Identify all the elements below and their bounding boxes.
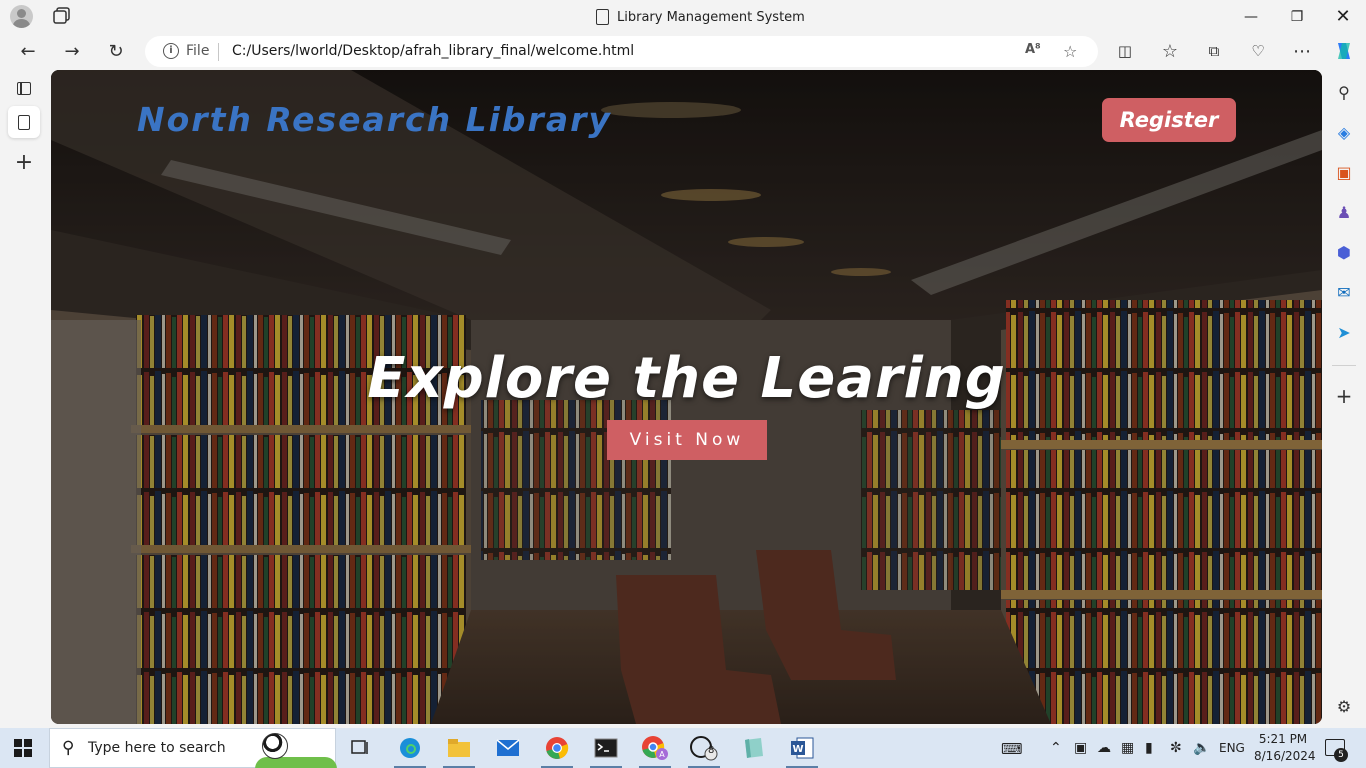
mail-icon[interactable] [486,728,530,768]
window-title: Library Management System [596,7,805,27]
profile-avatar-icon[interactable] [10,5,33,28]
windows-taskbar: ⚲ Type here to search A 8 W ⌨ ⌃ ▣ ☁ ▦ ▮ … [0,728,1366,768]
info-icon[interactable]: i [163,43,179,59]
browser-title-bar: Library Management System — ❐ ✕ [0,0,1366,33]
show-hidden-icons-chevron-icon[interactable]: ⌃ [1050,740,1062,756]
search-icon: ⚲ [62,738,75,758]
address-bar[interactable]: i File C:/Users/lworld/Desktop/afrah_lib… [145,36,1098,67]
minimize-button[interactable]: — [1228,0,1274,33]
refresh-button[interactable]: ↻ [101,37,131,65]
wifi-icon[interactable]: ✼ [1170,740,1182,756]
browser-essentials-icon[interactable]: ♡ [1243,37,1273,65]
tab-current-page[interactable] [8,106,40,138]
chrome-profile-icon[interactable]: A [633,728,677,768]
send-icon[interactable]: ➤ [1334,322,1354,342]
language-indicator[interactable]: ENG [1219,741,1245,755]
read-aloud-icon[interactable]: A⁸ [1025,42,1041,57]
svg-text:A: A [659,750,665,759]
search-highlight-grass [255,757,337,768]
edge-sidebar: ⚲ ◈ ▣ ♟ ⬢ ✉ ➤ + ⚙ [1322,70,1366,728]
collections-icon[interactable]: ⧉ [1199,37,1229,65]
sidebar-settings-gear-icon[interactable]: ⚙ [1334,696,1354,716]
browser-toolbar: ← → ↻ i File C:/Users/lworld/Desktop/afr… [0,33,1366,70]
window-title-text: Library Management System [617,9,805,25]
start-windows-icon[interactable] [14,739,32,757]
address-scheme: File [186,43,210,59]
search-icon[interactable]: ⚲ [1334,82,1354,102]
forward-button[interactable]: → [57,37,87,65]
visit-now-button[interactable]: Visit Now [607,420,767,460]
tools-icon[interactable]: ▣ [1334,162,1354,182]
notification-count-badge: 5 [1334,748,1348,762]
page-icon [18,114,30,130]
notes-app-icon[interactable] [731,728,775,768]
taskbar-search-box[interactable]: ⚲ Type here to search [49,728,337,768]
settings-more-icon[interactable]: ⋯ [1287,37,1317,65]
web-page-viewport: North Research Library Register Explore … [51,70,1322,724]
vertical-tabs-bar: + [0,70,48,728]
new-tab-button[interactable]: + [8,146,40,178]
sidebar-divider [1332,365,1356,366]
clock[interactable]: 5:21 PM 8/16/2024 [1254,731,1316,765]
terminal-icon[interactable] [584,728,628,768]
whatsapp-badge: 8 [708,745,715,756]
split-screen-icon[interactable]: ◫ [1110,37,1140,65]
workspaces-icon[interactable] [53,7,71,25]
tab-actions-button[interactable] [8,72,40,104]
outlook-icon[interactable]: ✉ [1334,282,1354,302]
word-icon[interactable]: W [780,728,824,768]
webcam-icon[interactable]: ▣ [1074,740,1087,756]
copilot-icon[interactable] [1329,37,1359,65]
search-placeholder: Type here to search [88,740,226,756]
svg-text:W: W [792,744,803,755]
close-button[interactable]: ✕ [1320,0,1366,33]
add-sidebar-app-icon[interactable]: + [1334,384,1354,408]
hero-heading: Explore the Learing [367,346,1006,411]
address-separator [218,43,219,61]
back-button[interactable]: ← [13,37,43,65]
favorites-icon[interactable]: ☆ [1155,37,1185,65]
microsoft-365-icon[interactable]: ⬢ [1334,242,1354,262]
file-explorer-icon[interactable] [437,728,481,768]
favorite-star-icon[interactable]: ☆ [1063,42,1077,61]
shopping-tag-icon[interactable]: ◈ [1334,122,1354,142]
document-icon [596,9,609,25]
keyboard-touch-icon[interactable]: ⌨ [1001,740,1023,758]
games-icon[interactable]: ♟ [1334,202,1354,222]
register-button[interactable]: Register [1102,98,1236,142]
clock-time: 5:21 PM [1258,732,1308,746]
edge-browser-icon[interactable] [388,728,432,768]
url-text[interactable]: C:/Users/lworld/Desktop/afrah_library_fi… [232,43,634,59]
restore-button[interactable]: ❐ [1274,0,1320,33]
battery-icon[interactable]: ▮ [1145,740,1153,756]
volume-icon[interactable]: 🔈 [1193,740,1210,756]
chrome-icon[interactable] [535,728,579,768]
update-shield-icon[interactable]: ▦ [1121,740,1134,756]
site-title: North Research Library [137,100,612,139]
onedrive-cloud-icon[interactable]: ☁ [1097,740,1111,756]
whatsapp-icon[interactable]: 8 [682,728,726,768]
soccer-ball-icon [262,733,288,759]
tab-actions-icon [17,81,31,95]
clock-date: 8/16/2024 [1254,749,1316,763]
task-view-icon[interactable] [338,728,382,768]
